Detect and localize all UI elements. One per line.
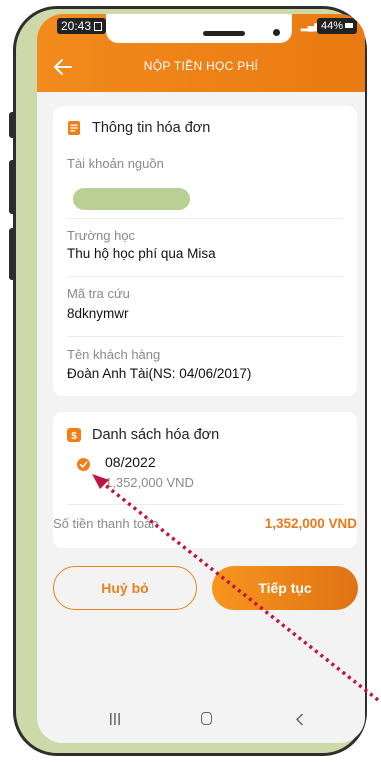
receipt-icon <box>68 121 80 135</box>
app-header: 20:43 ▂▄▆ 44% NỘP TIỀN HỌC PHÍ <box>37 14 365 92</box>
customer-name-label: Tên khách hàng <box>67 347 161 362</box>
payment-amount-label: Số tiền thanh toán <box>53 516 159 531</box>
checkmark-icon[interactable] <box>77 458 90 471</box>
cancel-button[interactable]: Huỷ bỏ <box>53 566 197 610</box>
status-time: 20:43 <box>57 18 107 34</box>
invoice-info-header: Thông tin hóa đơn <box>67 120 210 136</box>
divider <box>67 276 343 277</box>
page-title: NỘP TIỀN HỌC PHÍ <box>143 59 259 73</box>
dollar-icon: $ <box>67 428 81 442</box>
speaker-grille <box>203 31 245 36</box>
phone-screen: 20:43 ▂▄▆ 44% NỘP TIỀN HỌC PHÍ Thông tin… <box>37 14 365 743</box>
divider <box>67 504 343 505</box>
android-nav-bar <box>37 699 365 743</box>
source-account-label: Tài khoản nguồn <box>67 156 164 171</box>
customer-name-value: Đoàn Anh Tài(NS: 04/06/2017) <box>67 366 252 381</box>
nav-back-icon[interactable] <box>295 713 304 726</box>
svg-text:$: $ <box>71 431 77 442</box>
home-icon[interactable] <box>201 712 212 725</box>
sim-icon <box>94 22 103 31</box>
school-label: Trường học <box>67 228 136 243</box>
invoice-list-title: Danh sách hóa đơn <box>92 427 220 443</box>
divider <box>67 218 343 219</box>
invoice-info-title: Thông tin hóa đơn <box>92 120 211 136</box>
payment-amount-value: 1,352,000 VND <box>264 516 357 531</box>
divider <box>67 336 343 337</box>
invoice-list-card: $ Danh sách hóa đơn 08/2022 1,352,000 VN… <box>53 412 357 548</box>
lookup-code-value: 8dknymwr <box>67 306 129 321</box>
front-camera <box>273 29 280 36</box>
invoice-period[interactable]: 08/2022 <box>105 454 156 470</box>
camera-notch <box>106 14 292 43</box>
invoice-amount: 1,352,000 VND <box>105 475 194 490</box>
continue-button[interactable]: Tiếp tục <box>212 566 358 610</box>
school-value: Thu hộ học phí qua Misa <box>67 246 216 261</box>
invoice-list-header: $ Danh sách hóa đơn <box>67 427 219 443</box>
lookup-code-label: Mã tra cứu <box>67 286 130 301</box>
invoice-info-card: Thông tin hóa đơn Tài khoản nguồn Trường… <box>53 106 357 396</box>
battery-indicator: 44% <box>316 18 357 34</box>
recent-apps-icon[interactable] <box>110 713 120 725</box>
source-account-redacted <box>73 188 190 210</box>
